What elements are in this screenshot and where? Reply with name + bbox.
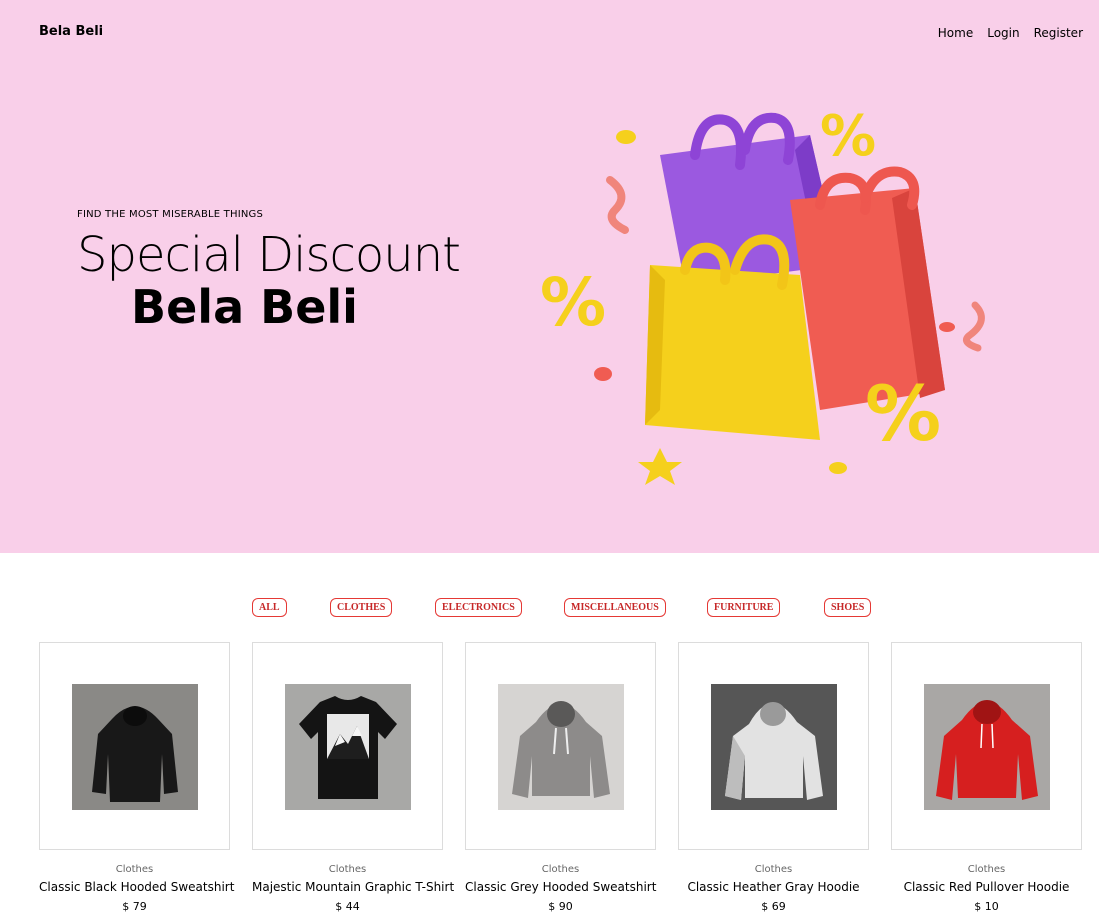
product-category: Clothes [541, 864, 580, 875]
nav-home-link[interactable]: Home [938, 26, 973, 40]
filter-furniture[interactable]: FURNITURE [707, 598, 781, 617]
filter-electronics[interactable]: ELECTRONICS [435, 598, 522, 617]
hero-tagline: FIND THE MOST MISERABLE THINGS [77, 209, 264, 220]
product-title[interactable]: Classic Black Hooded Sweatshirt [39, 880, 234, 894]
product-card[interactable]: Clothes Classic Black Hooded Sweatshirt … [39, 642, 234, 913]
product-image-frame[interactable] [678, 642, 869, 850]
product-category: Clothes [754, 864, 793, 875]
filter-all[interactable]: ALL [252, 598, 287, 617]
product-category: Clothes [115, 864, 154, 875]
grey-hoodie-image [498, 684, 624, 810]
category-filters: ALL CLOTHES ELECTRONICS MISCELLANEOUS FU… [0, 598, 1099, 618]
black-hoodie-image [72, 684, 198, 810]
product-card[interactable]: Clothes Classic Grey Hooded Sweatshirt $… [465, 642, 656, 913]
product-card[interactable]: Clothes Classic Heather Gray Hoodie $ 69 [678, 642, 869, 913]
product-title[interactable]: Classic Red Pullover Hoodie [891, 880, 1082, 894]
product-card[interactable]: Clothes Majestic Mountain Graphic T-Shir… [252, 642, 454, 913]
product-title[interactable]: Classic Grey Hooded Sweatshirt [465, 880, 656, 894]
product-image-frame[interactable] [39, 642, 230, 850]
product-image-frame[interactable] [891, 642, 1082, 850]
product-image-frame[interactable] [465, 642, 656, 850]
nav-login-link[interactable]: Login [987, 26, 1019, 40]
heather-gray-hoodie-image [711, 684, 837, 810]
filter-shoes[interactable]: SHOES [824, 598, 872, 617]
product-price: $ 69 [761, 900, 786, 913]
product-image-frame[interactable] [252, 642, 443, 850]
product-price: $ 10 [974, 900, 999, 913]
filter-clothes[interactable]: CLOTHES [330, 598, 393, 617]
product-card[interactable]: Clothes Classic Red Pullover Hoodie $ 10 [891, 642, 1082, 913]
product-title[interactable]: Classic Heather Gray Hoodie [678, 880, 869, 894]
red-hoodie-image [924, 684, 1050, 810]
product-price: $ 44 [335, 900, 360, 913]
percent-icon: % [865, 369, 941, 458]
top-nav: Home Login Register [938, 26, 1083, 40]
hero-brand: Bela Beli [131, 280, 358, 334]
percent-icon: % [540, 264, 606, 341]
filter-miscellaneous[interactable]: MISCELLANEOUS [564, 598, 666, 617]
hero-headline: Special Discount [77, 227, 461, 283]
nav-register-link[interactable]: Register [1034, 26, 1083, 40]
mountain-tshirt-image [285, 684, 411, 810]
hero-banner: Bela Beli Home Login Register FIND THE M… [0, 0, 1099, 553]
product-category: Clothes [967, 864, 1006, 875]
brand-logo[interactable]: Bela Beli [39, 24, 103, 39]
star-icon [638, 448, 682, 485]
percent-icon: % [820, 104, 876, 169]
product-price: $ 79 [122, 900, 147, 913]
product-price: $ 90 [548, 900, 573, 913]
product-category: Clothes [328, 864, 367, 875]
shopping-bags-illustration: % % % [540, 104, 985, 485]
product-title[interactable]: Majestic Mountain Graphic T-Shirt [252, 880, 454, 894]
